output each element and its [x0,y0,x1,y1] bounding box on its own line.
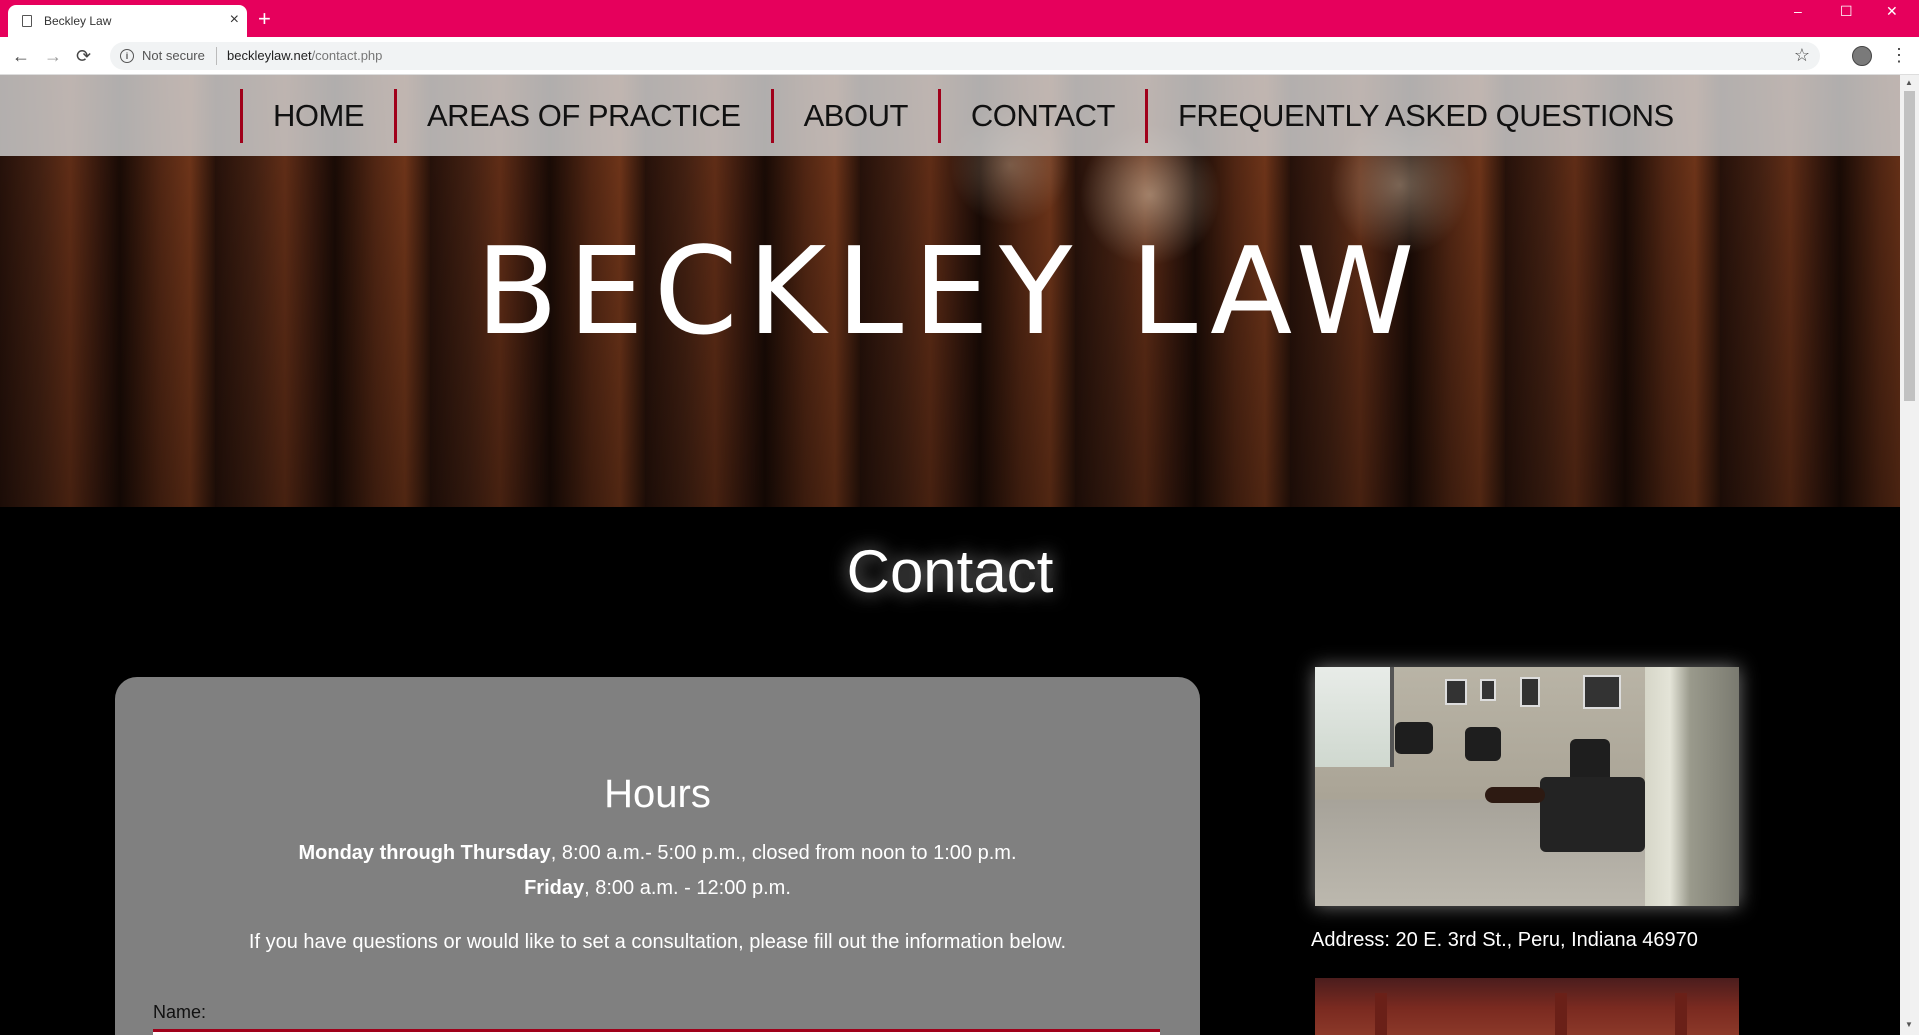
url-separator [216,47,217,65]
name-label: Name: [153,1002,207,1022]
address-bar[interactable]: i Not secure beckleylaw.net/contact.php … [110,42,1820,70]
back-arrow-icon[interactable]: ← [12,46,30,66]
url-text[interactable]: beckleylaw.net/contact.php [227,48,382,63]
url-host: beckleylaw.net [227,48,312,63]
office-address: Address: 20 E. 3rd St., Peru, Indiana 46… [1311,929,1698,951]
weekday-times: , 8:00 a.m.- 5:00 p.m., closed from noon… [550,842,1017,864]
photo-post [1555,993,1567,1035]
nav-list: HOME AREAS OF PRACTICE ABOUT CONTACT FRE… [240,89,1704,143]
photo-post [1375,993,1387,1035]
page-title: Contact [846,538,1054,605]
photo-window [1315,667,1394,767]
bookmark-star-icon[interactable]: ☆ [1794,45,1810,66]
weekday-days: Monday through Thursday [298,842,551,864]
info-icon[interactable]: i [120,49,134,63]
nav-about[interactable]: ABOUT [770,89,938,143]
tab-title: Beckley Law [44,14,112,28]
scroll-down-icon[interactable]: ▼ [1905,1020,1913,1029]
photo-picture-frame [1480,679,1496,701]
hours-title: Hours [604,772,711,816]
minimize-icon[interactable]: – [1794,0,1802,22]
maximize-icon[interactable]: ☐ [1840,0,1853,22]
name-input[interactable] [153,1029,1160,1035]
page-scrollbar[interactable]: ▲ ▼ [1900,75,1919,1035]
scroll-up-icon[interactable]: ▲ [1905,78,1913,87]
close-window-icon[interactable]: ✕ [1886,0,1898,22]
document-icon [22,15,32,27]
photo-picture-frame [1445,679,1467,705]
friday-times: , 8:00 a.m. - 12:00 p.m. [584,877,791,899]
profile-avatar-icon[interactable] [1852,46,1872,66]
friday-hours: Friday, 8:00 a.m. - 12:00 p.m. [115,877,1200,900]
page-viewport: BECKLEY LAW HOME AREAS OF PRACTICE ABOUT… [0,75,1900,1035]
consultation-intro: If you have questions or would like to s… [248,931,1067,953]
main-navigation: HOME AREAS OF PRACTICE ABOUT CONTACT FRE… [0,75,1900,156]
office-lobby-photo [1315,667,1739,906]
photo-post [1675,993,1687,1035]
site-title: BECKLEY LAW [475,223,1425,362]
photo-picture-frame [1583,675,1621,709]
address-toolbar: ← → ⟳ i Not secure beckleylaw.net/contac… [0,37,1919,75]
menu-kebab-icon[interactable]: ⋮ [1890,45,1908,66]
nav-contact[interactable]: CONTACT [937,89,1145,143]
photo-chair [1395,722,1433,754]
scroll-thumb[interactable] [1904,91,1915,401]
photo-chair [1465,727,1501,761]
new-tab-button[interactable]: + [258,7,271,31]
weekday-hours: Monday through Thursday, 8:00 a.m.- 5:00… [115,842,1200,865]
nav-faq[interactable]: FREQUENTLY ASKED QUESTIONS [1144,89,1704,143]
photo-coffee-table [1485,787,1545,803]
office-exterior-photo [1315,978,1739,1035]
nav-areas-of-practice[interactable]: AREAS OF PRACTICE [394,89,771,143]
security-label[interactable]: Not secure [142,48,205,63]
close-tab-icon[interactable]: × [230,10,239,30]
photo-picture-frame [1520,677,1540,707]
url-path: /contact.php [311,48,383,63]
reload-icon[interactable]: ⟳ [76,46,91,66]
forward-arrow-icon[interactable]: → [44,46,62,66]
hours-card: Hours Monday through Thursday, 8:00 a.m.… [115,677,1200,1035]
browser-tab[interactable]: Beckley Law × [8,5,247,37]
nav-home[interactable]: HOME [240,89,394,143]
browser-tab-bar: Beckley Law × + – ☐ ✕ [0,0,1919,37]
photo-sofa [1540,777,1645,852]
friday-day: Friday [524,877,585,899]
